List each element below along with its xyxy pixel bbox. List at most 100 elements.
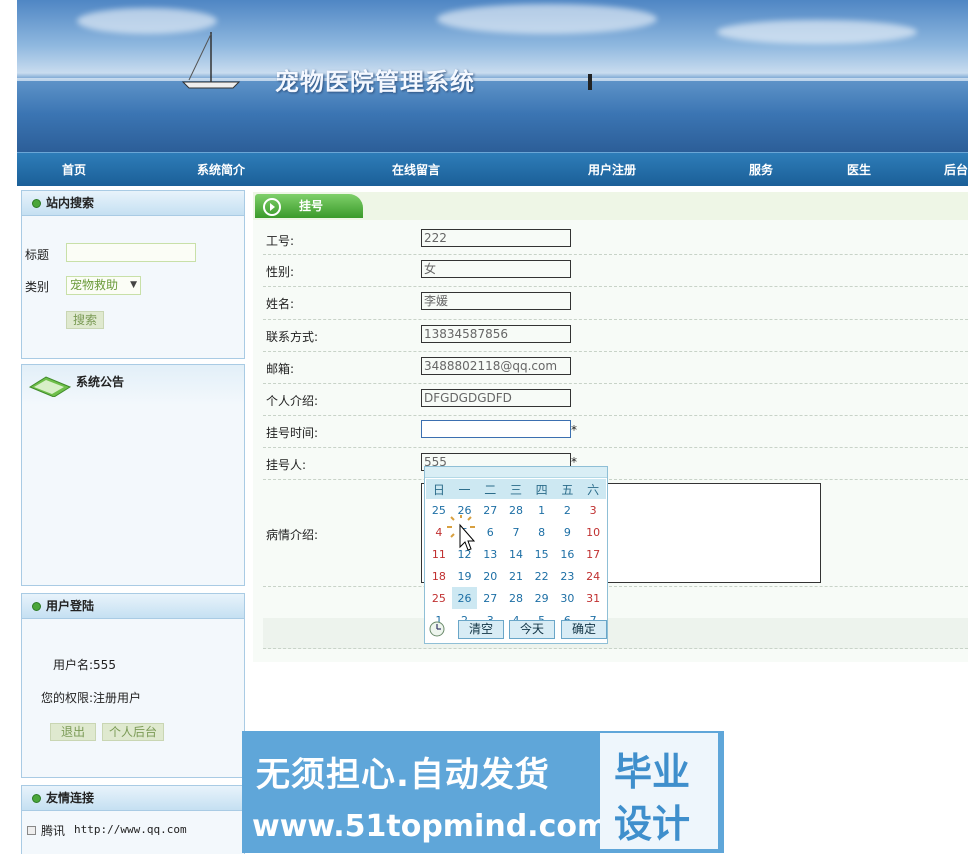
calendar-week-row: 25 26 27 28 29 30 31 [426,587,606,609]
nav-admin[interactable]: 后台 [944,161,968,178]
form-row-person: 挂号人: 555 * [263,448,968,480]
nav-message[interactable]: 在线留言 [392,161,440,178]
link-url[interactable]: http://www.qq.com [74,823,187,836]
calendar-day[interactable]: 27 [477,499,503,521]
nav-register[interactable]: 用户注册 [588,161,636,178]
login-panel: 用户登陆 用户名:555 您的权限:注册用户 退出 个人后台 [21,593,245,778]
calendar-day[interactable]: 17 [580,543,606,565]
watermark-banner: 无须担心.自动发货 www.51topmind.com 毕业 设计 [242,731,724,853]
form-row-gender: 性别: 女 [263,255,968,287]
calendar-day[interactable]: 28 [503,499,529,521]
cloud [437,4,657,34]
form-row-email: 邮箱: 3488802118@qq.com [263,352,968,384]
calendar-day[interactable]: 23 [555,565,581,587]
email-label: 邮箱: [266,362,295,376]
mouse-cursor-icon [447,515,476,551]
weekday-tue: 二 [477,479,504,499]
gender-field[interactable]: 女 [421,260,571,278]
calendar-day[interactable]: 21 [503,565,529,587]
id-field[interactable]: 222 [421,229,571,247]
calendar-day[interactable]: 6 [477,521,503,543]
calendar-day[interactable]: 22 [529,565,555,587]
search-title-input[interactable] [66,243,196,262]
search-panel: 站内搜索 标题 类别 宠物救助 ▼ 搜索 [21,190,245,359]
calendar-day[interactable]: 20 [477,565,503,587]
weekday-fri: 五 [554,479,581,499]
tab-registration[interactable]: 挂号 [255,194,363,218]
required-mark: * [571,423,577,437]
search-button[interactable]: 搜索 [66,311,104,329]
square-bullet-icon [27,826,36,835]
intro-label: 个人介绍: [266,394,319,408]
registration-time-input[interactable] [421,420,571,438]
calendar-day[interactable]: 30 [555,587,581,609]
form-row-intro: 个人介绍: DFGDGDGDFD [263,384,968,416]
calendar-day[interactable]: 29 [529,587,555,609]
calendar-day[interactable]: 9 [555,521,581,543]
today-button[interactable]: 今天 [509,620,555,639]
name-field[interactable]: 李媛 [421,292,571,310]
calendar-day[interactable]: 24 [580,565,606,587]
link-name[interactable]: 腾讯 [41,822,65,839]
calendar-day[interactable]: 14 [503,543,529,565]
nav-doctor[interactable]: 医生 [847,161,871,178]
date-picker-footer: 清空 今天 确定 [425,617,607,641]
title-label: 标题 [25,248,50,262]
form-submit-row [263,618,968,649]
calendar-day[interactable]: 19 [452,565,478,587]
calendar-day[interactable]: 31 [580,587,606,609]
header-banner: 宠物医院管理系统 [17,0,968,152]
calendar-day[interactable]: 15 [529,543,555,565]
date-picker-header [425,467,607,478]
bullet-icon [32,199,41,208]
calendar-day[interactable]: 10 [580,521,606,543]
calendar-day[interactable]: 18 [426,565,452,587]
email-field[interactable]: 3488802118@qq.com [421,357,571,375]
logout-button[interactable]: 退出 [50,723,96,741]
calendar-week-row: 18 19 20 21 22 23 24 [426,565,606,587]
horizon [17,78,968,81]
search-panel-header: 站内搜索 [22,191,244,216]
login-panel-title: 用户登陆 [46,599,95,613]
weekday-sat: 六 [580,479,606,499]
announcement-book-icon [28,376,72,397]
cloud [717,20,917,44]
id-label: 工号: [266,234,295,248]
calendar-day[interactable]: 3 [580,499,606,521]
tab-label: 挂号 [299,199,324,213]
calendar-day[interactable]: 7 [503,521,529,543]
clear-button[interactable]: 清空 [458,620,504,639]
bullet-icon [32,794,41,803]
sailboat-icon [181,32,241,89]
time-label: 挂号时间: [266,426,319,440]
nav-home[interactable]: 首页 [62,161,86,178]
contact-field[interactable]: 13834587856 [421,325,571,343]
calendar-day[interactable]: 27 [477,587,503,609]
personal-backend-button[interactable]: 个人后台 [102,723,164,741]
date-picker-grid: 日 一 二 三 四 五 六 25 26 27 28 1 2 3 4 5 6 7 … [426,479,606,631]
intro-field[interactable]: DFGDGDGDFD [421,389,571,407]
gender-label: 性别: [266,265,295,279]
nav-service[interactable]: 服务 [749,161,773,178]
calendar-day[interactable]: 8 [529,521,555,543]
dropdown-arrow-icon: ▼ [130,280,137,290]
form-row-name: 姓名: 李媛 [263,287,968,320]
links-panel: 友情连接 腾讯 http://www.qq.com [21,785,245,854]
watermark-box: 毕业 设计 [600,733,718,849]
login-panel-header: 用户登陆 [22,594,244,619]
nav-about[interactable]: 系统简介 [197,161,245,178]
registration-form-area: 挂号 工号: 222 性别: 女 姓名: 李媛 联系方式: 1383458785… [253,192,968,662]
calendar-day[interactable]: 1 [529,499,555,521]
calendar-day[interactable]: 2 [555,499,581,521]
clock-icon[interactable] [428,620,446,638]
calendar-day[interactable]: 28 [503,587,529,609]
confirm-button[interactable]: 确定 [561,620,607,639]
calendar-day-selected[interactable]: 26 [451,587,478,609]
bullet-icon [32,602,41,611]
calendar-day[interactable]: 13 [477,543,503,565]
category-select[interactable]: 宠物救助 ▼ [66,276,141,295]
calendar-day[interactable]: 25 [426,587,452,609]
permission-text: 您的权限:注册用户 [41,691,142,705]
watermark-box-line2: 设计 [614,802,691,846]
calendar-day[interactable]: 16 [555,543,581,565]
